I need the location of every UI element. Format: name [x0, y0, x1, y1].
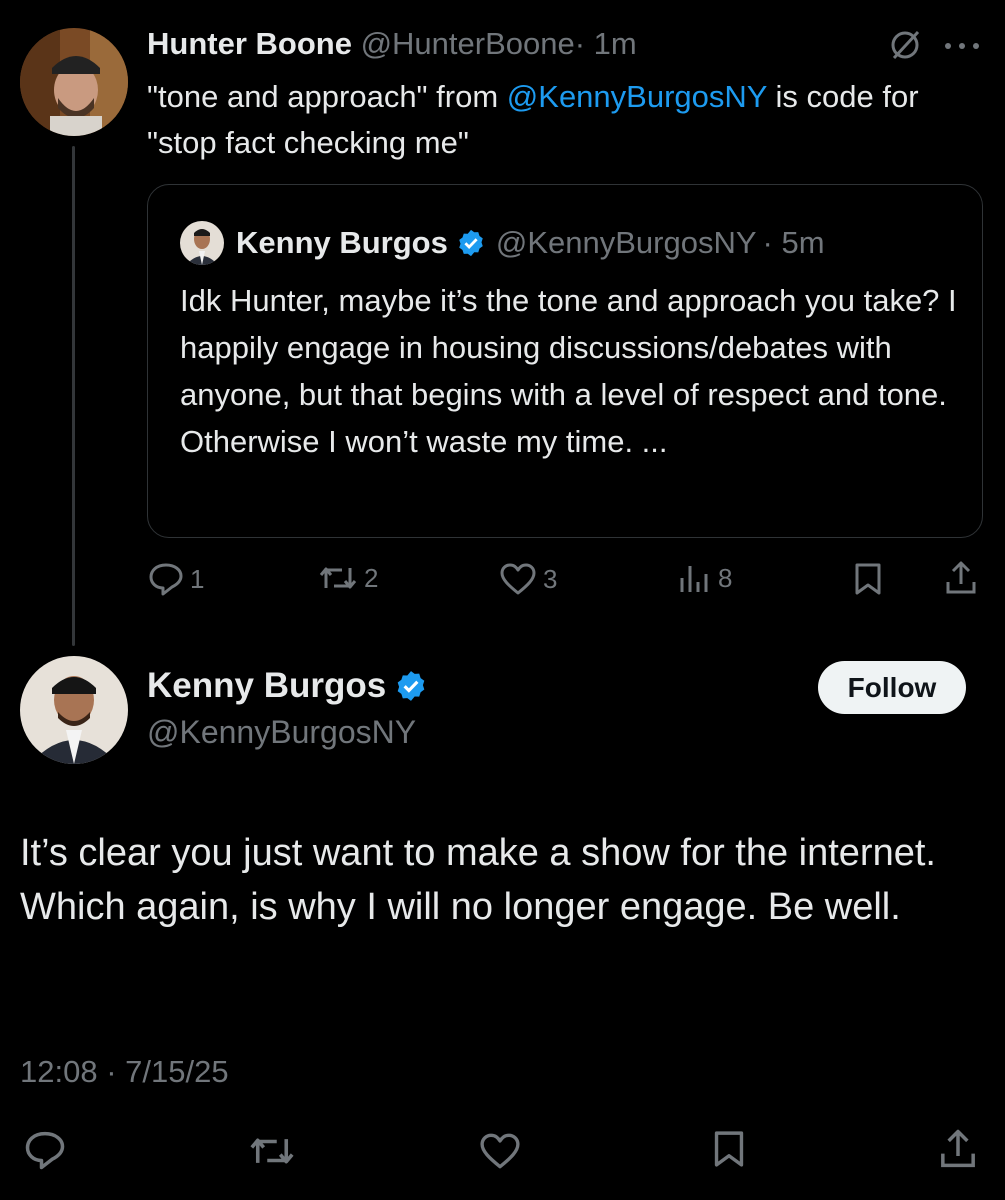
kenny-name-row: Kenny Burgos [147, 666, 428, 706]
quoted-handle[interactable]: @KennyBurgosNY [496, 225, 757, 261]
hunter-handle[interactable]: @HunterBoone [361, 26, 575, 61]
heart-icon [500, 563, 536, 595]
quoted-time: · 5m [762, 225, 825, 260]
follow-button[interactable]: Follow [818, 661, 966, 714]
reply-action[interactable]: 1 [148, 562, 204, 596]
retweet-icon[interactable] [248, 1132, 296, 1170]
quoted-tweet-card[interactable]: Kenny Burgos @KennyBurgosNY · 5m Idk Hunt… [147, 184, 983, 538]
heart-icon[interactable] [478, 1132, 522, 1170]
kenny-handle[interactable]: @KennyBurgosNY [147, 714, 416, 751]
share-icon[interactable] [944, 560, 978, 596]
views-action[interactable]: 8 [678, 562, 732, 594]
retweet-count: 2 [364, 562, 379, 593]
grok-icon[interactable] [888, 28, 922, 62]
hunter-name[interactable]: Hunter Boone [147, 26, 352, 61]
tweet-timestamp[interactable]: 12:08 · 7/15/25 [20, 1054, 229, 1090]
like-count: 3 [543, 563, 558, 594]
views-icon [680, 566, 708, 592]
reply-icon [149, 563, 183, 596]
reply-count: 1 [190, 563, 205, 594]
more-icon[interactable] [944, 42, 980, 50]
reply-text-part: "tone and approach" from [147, 79, 507, 114]
kenny-name[interactable]: Kenny Burgos [147, 666, 386, 706]
quoted-header: Kenny Burgos @KennyBurgosNY · 5m [180, 221, 825, 265]
mention-link[interactable]: @KennyBurgosNY [507, 79, 767, 114]
quoted-name[interactable]: Kenny Burgos [236, 225, 448, 261]
reply-icon[interactable] [24, 1130, 66, 1170]
quoted-text: Idk Hunter, maybe it’s the tone and appr… [180, 283, 957, 459]
views-count: 8 [718, 562, 733, 593]
reply-text: "tone and approach" from @KennyBurgosNY … [147, 74, 947, 166]
bookmark-icon[interactable] [853, 562, 883, 596]
hunter-avatar[interactable] [20, 28, 128, 136]
like-action[interactable]: 3 [499, 562, 557, 596]
retweet-icon [319, 567, 357, 589]
reply-header: Hunter Boone @HunterBoone· 1m [147, 26, 637, 62]
main-tweet-text: It’s clear you just want to make a show … [20, 832, 936, 928]
verified-badge-icon [394, 669, 428, 703]
reply-time: · 1m [574, 26, 637, 61]
bookmark-icon[interactable] [712, 1128, 746, 1170]
kenny-small-avatar [180, 221, 224, 265]
thread-line [72, 146, 75, 646]
kenny-avatar[interactable] [20, 656, 128, 764]
verified-badge-icon [456, 228, 486, 258]
share-icon[interactable] [938, 1128, 978, 1170]
retweet-action[interactable]: 2 [318, 562, 378, 594]
